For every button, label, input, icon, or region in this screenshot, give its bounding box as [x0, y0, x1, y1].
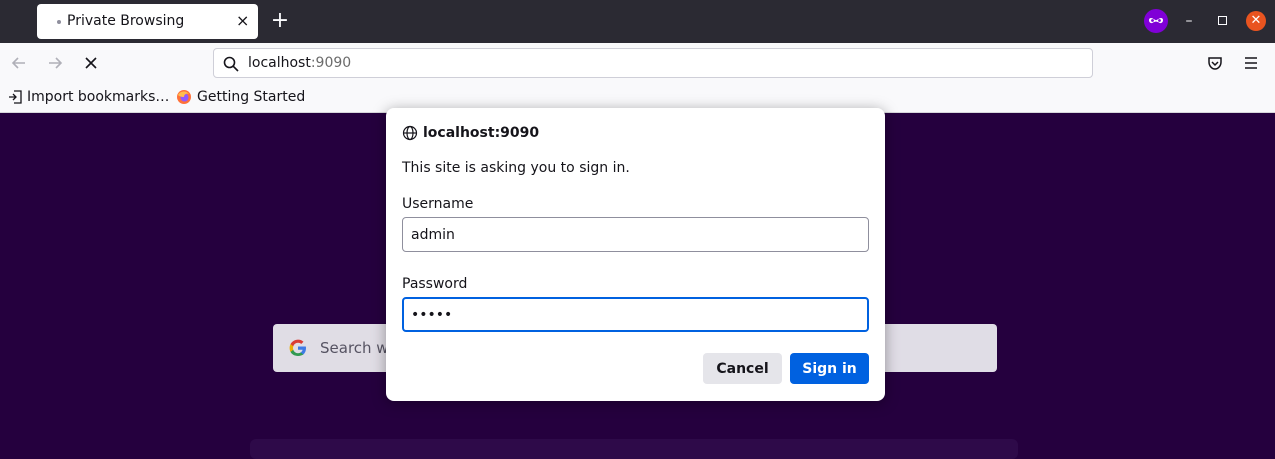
forward-button[interactable]	[45, 53, 65, 73]
username-field[interactable]	[402, 217, 869, 252]
maximize-button[interactable]	[1218, 16, 1227, 25]
back-arrow-icon	[11, 57, 25, 69]
forward-arrow-icon	[49, 57, 63, 69]
close-window-button[interactable]: ✕	[1246, 11, 1266, 31]
globe-icon	[402, 125, 418, 141]
url-bar[interactable]: localhost:9090	[213, 48, 1093, 78]
tab-title: Private Browsing	[67, 13, 185, 29]
import-icon	[9, 90, 22, 104]
username-label: Username	[402, 196, 474, 212]
tab-dot-icon	[57, 20, 61, 24]
private-browsing-icon	[1144, 9, 1168, 33]
sign-in-button[interactable]: Sign in	[790, 353, 869, 384]
dialog-title: localhost:9090	[402, 125, 539, 141]
google-icon	[289, 339, 306, 356]
stop-x-icon	[85, 57, 97, 69]
tab-strip: Private Browsing × + – ✕	[0, 0, 1275, 43]
tab-close-icon[interactable]: ×	[236, 12, 249, 30]
promo-card	[250, 439, 1018, 459]
url-host: localhost	[248, 55, 311, 71]
auth-dialog: localhost:9090 This site is asking you t…	[386, 108, 885, 401]
password-label: Password	[402, 276, 468, 292]
url-text: localhost:9090	[248, 55, 351, 71]
dialog-title-text: localhost:9090	[423, 125, 540, 141]
firefox-icon	[177, 90, 191, 104]
cancel-button[interactable]: Cancel	[703, 353, 782, 384]
stop-loading-button[interactable]	[81, 53, 101, 73]
hamburger-menu-icon	[1245, 57, 1257, 69]
tab-private-browsing[interactable]: Private Browsing ×	[37, 4, 258, 39]
pocket-icon	[1208, 57, 1222, 70]
dialog-message: This site is asking you to sign in.	[402, 160, 630, 176]
bookmark-import[interactable]: Import bookmarks…	[8, 89, 169, 105]
back-button[interactable]	[9, 53, 29, 73]
new-tab-button[interactable]: +	[270, 10, 290, 32]
url-port: :9090	[310, 55, 352, 71]
search-icon	[223, 56, 239, 72]
app-menu-button[interactable]	[1241, 53, 1261, 73]
bookmark-import-label: Import bookmarks…	[27, 89, 170, 105]
bookmark-getting-started-label: Getting Started	[197, 89, 306, 105]
pocket-button[interactable]	[1205, 53, 1225, 73]
password-field[interactable]	[402, 297, 869, 332]
navigation-toolbar: localhost:9090	[0, 43, 1275, 84]
bookmark-getting-started[interactable]: Getting Started	[176, 89, 305, 105]
search-placeholder: Search wi	[320, 339, 393, 357]
minimize-button[interactable]: –	[1183, 11, 1195, 31]
